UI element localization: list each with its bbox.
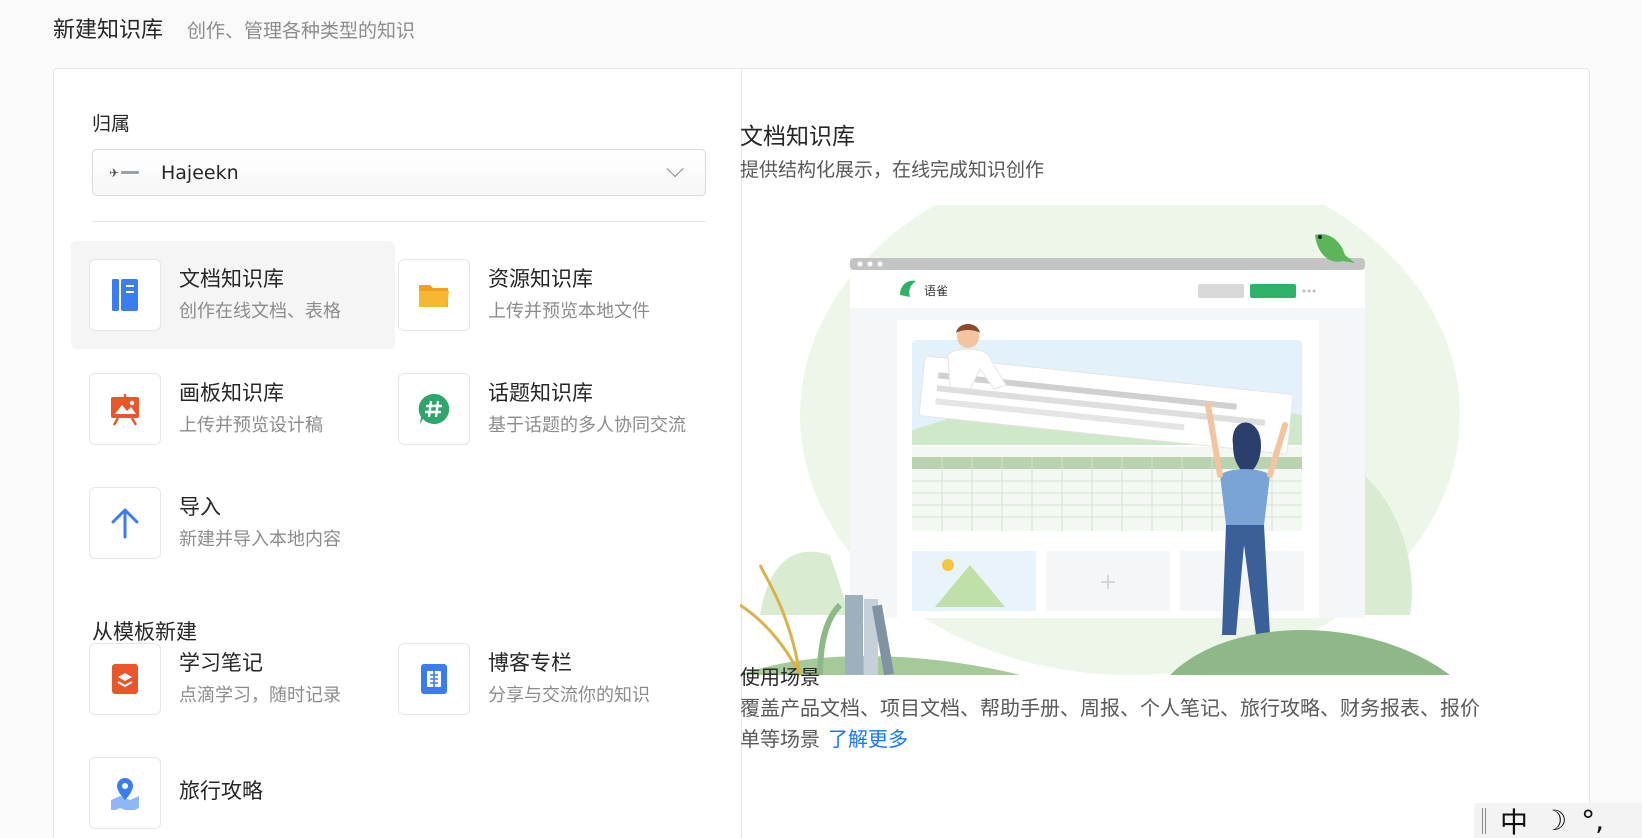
type-resource-library[interactable]: 资源知识库 上传并预览本地文件 [380, 241, 704, 349]
notebook-icon [89, 643, 161, 715]
hashtag-icon [398, 373, 470, 445]
ime-drag-handle[interactable] [1482, 807, 1486, 834]
template-name: 学习笔记 [179, 651, 263, 675]
scenario-text: 覆盖产品文档、项目文档、帮助手册、周报、个人笔记、旅行攻略、财务报表、报价单等场… [740, 693, 1480, 755]
template-blog[interactable]: 博客专栏 分享与交流你的知识 [380, 625, 704, 733]
page-header: 新建知识库 创作、管理各种类型的知识 [53, 12, 415, 44]
map-pin-icon [89, 757, 161, 829]
type-name: 话题知识库 [488, 381, 593, 405]
type-import[interactable]: 导入 新建并导入本地内容 [71, 469, 395, 577]
folder-icon [398, 259, 470, 331]
template-name: 旅行攻略 [179, 779, 263, 803]
template-desc: 点滴学习，随时记录 [179, 685, 341, 706]
arrow-up-icon [89, 487, 161, 559]
app-name: 语雀 [924, 284, 948, 298]
ime-language-toggle[interactable]: 中 [1500, 801, 1528, 838]
type-desc: 新建并导入本地内容 [179, 529, 341, 550]
type-name: 导入 [179, 495, 221, 519]
type-name: 画板知识库 [179, 381, 284, 405]
moon-icon[interactable]: ☽ [1542, 804, 1567, 837]
template-travel[interactable]: 旅行攻略 [71, 739, 395, 838]
type-name: 资源知识库 [488, 267, 593, 291]
preview-illustration: 语雀 [740, 205, 1460, 676]
type-topic-library[interactable]: 话题知识库 基于话题的多人协同交流 [380, 355, 704, 463]
book-icon [89, 259, 161, 331]
ime-punctuation-toggle[interactable]: °, [1581, 804, 1604, 837]
ime-toolbar: 中 ☽ °, [1474, 803, 1642, 838]
easel-icon [89, 373, 161, 445]
scenario-title: 使用场景 [740, 665, 820, 689]
type-doc-library[interactable]: 文档知识库 创作在线文档、表格 [71, 241, 395, 349]
type-desc: 基于话题的多人协同交流 [488, 415, 686, 436]
template-study-notes[interactable]: 学习笔记 点滴学习，随时记录 [71, 625, 395, 733]
template-desc: 分享与交流你的知识 [488, 685, 650, 706]
owner-label: 归属 [92, 113, 131, 135]
preview-desc: 提供结构化展示，在线完成知识创作 [740, 159, 1045, 181]
chevron-down-icon [666, 159, 684, 177]
team-logo-icon: ✈ [109, 166, 145, 180]
page-title: 新建知识库 [53, 18, 164, 43]
type-desc: 创作在线文档、表格 [179, 301, 341, 322]
owner-select[interactable]: ✈ Hajeekn [92, 149, 706, 196]
type-desc: 上传并预览设计稿 [179, 415, 323, 436]
type-name: 文档知识库 [179, 267, 284, 291]
create-library-card: 归属 ✈ Hajeekn 文档知识库 创作在线文档、表格 资源知识库 上传并预览… [53, 68, 1590, 838]
owner-selected-value: Hajeekn [161, 161, 239, 184]
template-name: 博客专栏 [488, 651, 572, 675]
learn-more-link[interactable]: 了解更多 [828, 727, 908, 751]
type-board-library[interactable]: 画板知识库 上传并预览设计稿 [71, 355, 395, 463]
type-desc: 上传并预览本地文件 [488, 301, 650, 322]
page-subtitle: 创作、管理各种类型的知识 [187, 20, 416, 42]
preview-title: 文档知识库 [740, 124, 855, 150]
section-divider [92, 221, 706, 222]
blog-icon [398, 643, 470, 715]
